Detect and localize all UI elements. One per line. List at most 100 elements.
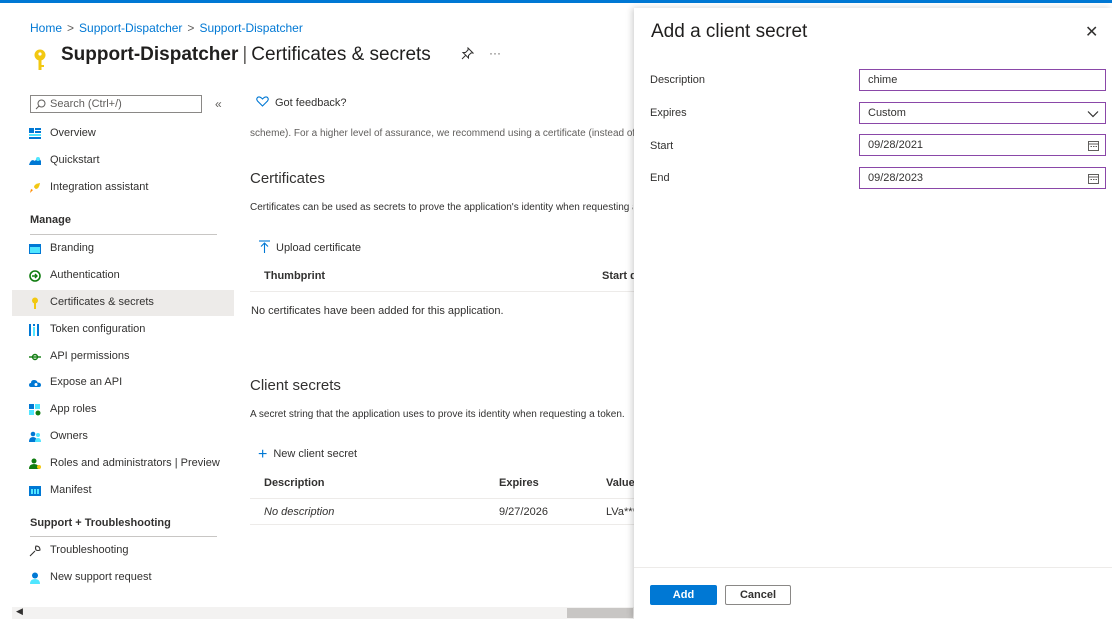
sidebar-item-label: Overview bbox=[50, 127, 96, 139]
sidebar-item-label: New support request bbox=[50, 571, 152, 583]
feedback-button[interactable]: Got feedback? bbox=[256, 96, 347, 109]
sidebar-item-manifest[interactable]: Manifest bbox=[12, 478, 234, 504]
sidebar-item-label: Expose an API bbox=[50, 376, 123, 388]
section-divider bbox=[30, 536, 217, 537]
sidebar-item-owners[interactable]: Owners bbox=[12, 424, 234, 450]
calendar-icon[interactable] bbox=[1088, 173, 1099, 184]
collapse-sidebar-button[interactable]: « bbox=[215, 97, 222, 111]
expires-value: Custom bbox=[868, 107, 906, 119]
heart-icon bbox=[256, 96, 269, 107]
wrench-icon bbox=[29, 545, 41, 557]
end-label: End bbox=[650, 172, 670, 184]
sidebar-item-branding[interactable]: Branding bbox=[12, 236, 234, 262]
search-icon bbox=[35, 99, 46, 110]
new-client-secret-label: New client secret bbox=[273, 448, 358, 460]
sidebar-item-quickstart[interactable]: Quickstart bbox=[12, 148, 234, 174]
sidebar-item-new-support-request[interactable]: New support request bbox=[12, 565, 234, 591]
table-divider bbox=[250, 524, 634, 525]
add-button[interactable]: Add bbox=[650, 585, 717, 605]
column-header-description[interactable]: Description bbox=[264, 477, 325, 489]
sidebar-item-token-configuration[interactable]: Token configuration bbox=[12, 317, 234, 343]
start-date-field[interactable]: 09/28/2021 bbox=[859, 134, 1106, 156]
end-date-field[interactable]: 09/28/2023 bbox=[859, 167, 1106, 189]
sidebar-item-overview[interactable]: Overview bbox=[12, 121, 234, 147]
title-separator: | bbox=[242, 44, 248, 65]
breadcrumb: Home > Support-Dispatcher > Support-Dispatch… bbox=[30, 21, 303, 35]
feedback-label: Got feedback? bbox=[275, 97, 347, 109]
horizontal-scrollbar[interactable]: ◀ bbox=[12, 606, 634, 619]
page-name: Certificates & secrets bbox=[251, 44, 431, 65]
scroll-left-icon[interactable]: ◀ bbox=[16, 606, 23, 617]
column-header-expires[interactable]: Expires bbox=[499, 477, 539, 489]
sidebar-item-label: Roles and administrators | Preview bbox=[50, 457, 220, 469]
expires-label: Expires bbox=[650, 107, 687, 119]
add-client-secret-panel bbox=[634, 8, 1112, 619]
cloud-icon bbox=[29, 380, 41, 387]
certificates-heading: Certificates bbox=[250, 170, 326, 187]
client-secrets-heading: Client secrets bbox=[250, 377, 341, 394]
description-field[interactable]: chime bbox=[859, 69, 1106, 91]
breadcrumb-separator: > bbox=[187, 21, 195, 35]
sidebar-item-label: Troubleshooting bbox=[50, 544, 129, 556]
key-icon bbox=[32, 297, 38, 309]
pin-icon[interactable] bbox=[461, 47, 474, 60]
section-divider bbox=[30, 234, 217, 235]
cancel-button[interactable]: Cancel bbox=[725, 585, 791, 605]
expires-dropdown[interactable]: Custom bbox=[859, 102, 1106, 124]
sidebar-item-authentication[interactable]: Authentication bbox=[12, 263, 234, 289]
sidebar-item-label: App roles bbox=[50, 403, 97, 415]
sidebar-item-integration-assistant[interactable]: Integration assistant bbox=[12, 175, 234, 201]
upload-certificate-button[interactable]: Upload certificate bbox=[259, 240, 361, 254]
table-divider bbox=[250, 498, 634, 499]
breadcrumb-current[interactable]: Support-Dispatcher bbox=[199, 21, 302, 35]
column-header-thumbprint[interactable]: Thumbprint bbox=[264, 270, 325, 282]
table-divider bbox=[250, 291, 634, 292]
rocket-icon bbox=[30, 183, 40, 193]
certificates-description: Certificates can be used as secrets to p… bbox=[250, 202, 633, 213]
breadcrumb-separator: > bbox=[67, 21, 75, 35]
sidebar-item-expose-api[interactable]: Expose an API bbox=[12, 370, 234, 396]
app-name: Support-Dispatcher bbox=[61, 44, 239, 65]
authentication-icon bbox=[29, 270, 41, 282]
certificates-empty-message: No certificates have been added for this… bbox=[251, 305, 504, 317]
plus-icon: + bbox=[258, 446, 268, 463]
page-title: Support-Dispatcher | Certificates & secret… bbox=[61, 44, 431, 66]
description-value: chime bbox=[868, 74, 898, 86]
sidebar-item-roles-administrators[interactable]: Roles and administrators | Preview bbox=[12, 451, 234, 477]
sidebar-item-label: Authentication bbox=[50, 269, 120, 281]
new-client-secret-button[interactable]: + New client secret bbox=[258, 446, 357, 464]
sidebar-item-certificates-secrets[interactable]: Certificates & secrets bbox=[12, 290, 234, 316]
start-label: Start bbox=[650, 140, 674, 152]
app-roles-icon bbox=[29, 404, 41, 416]
branding-icon bbox=[29, 244, 41, 254]
upload-icon bbox=[259, 240, 270, 253]
overview-icon bbox=[29, 128, 41, 139]
scrollbar-thumb[interactable] bbox=[567, 608, 633, 618]
sidebar-item-label: Token configuration bbox=[50, 323, 146, 335]
column-header-start-date[interactable]: Start d bbox=[602, 270, 637, 282]
column-header-value[interactable]: Value bbox=[606, 477, 635, 489]
sidebar-item-troubleshooting[interactable]: Troubleshooting bbox=[12, 538, 234, 564]
calendar-icon[interactable] bbox=[1088, 140, 1099, 151]
close-icon[interactable]: ✕ bbox=[1085, 22, 1098, 42]
client-secrets-description: A secret string that the application use… bbox=[250, 409, 625, 420]
more-options-button[interactable]: ··· bbox=[489, 46, 501, 60]
sidebar-item-label: Manifest bbox=[50, 484, 92, 496]
secret-row-expires: 9/27/2026 bbox=[499, 506, 548, 518]
sidebar-item-label: Quickstart bbox=[50, 154, 100, 166]
sidebar-item-label: Branding bbox=[50, 242, 95, 254]
sidebar-item-api-permissions[interactable]: API permissions bbox=[12, 344, 234, 370]
panel-footer-divider bbox=[634, 567, 1112, 568]
upload-certificate-label: Upload certificate bbox=[276, 242, 361, 254]
section-manage: Manage bbox=[30, 214, 71, 226]
sidebar-item-label: Integration assistant bbox=[50, 181, 149, 193]
secret-row-value: LVa*** bbox=[606, 506, 637, 518]
sidebar-item-app-roles[interactable]: App roles bbox=[12, 397, 234, 423]
search-input[interactable]: Search (Ctrl+/) bbox=[30, 95, 202, 113]
breadcrumb-app[interactable]: Support-Dispatcher bbox=[79, 21, 182, 35]
breadcrumb-home[interactable]: Home bbox=[30, 21, 62, 35]
intro-text-cutoff: scheme). For a higher level of assurance… bbox=[250, 128, 635, 138]
panel-title: Add a client secret bbox=[651, 21, 808, 42]
token-icon bbox=[29, 324, 39, 336]
chevron-down-icon bbox=[1087, 111, 1099, 118]
